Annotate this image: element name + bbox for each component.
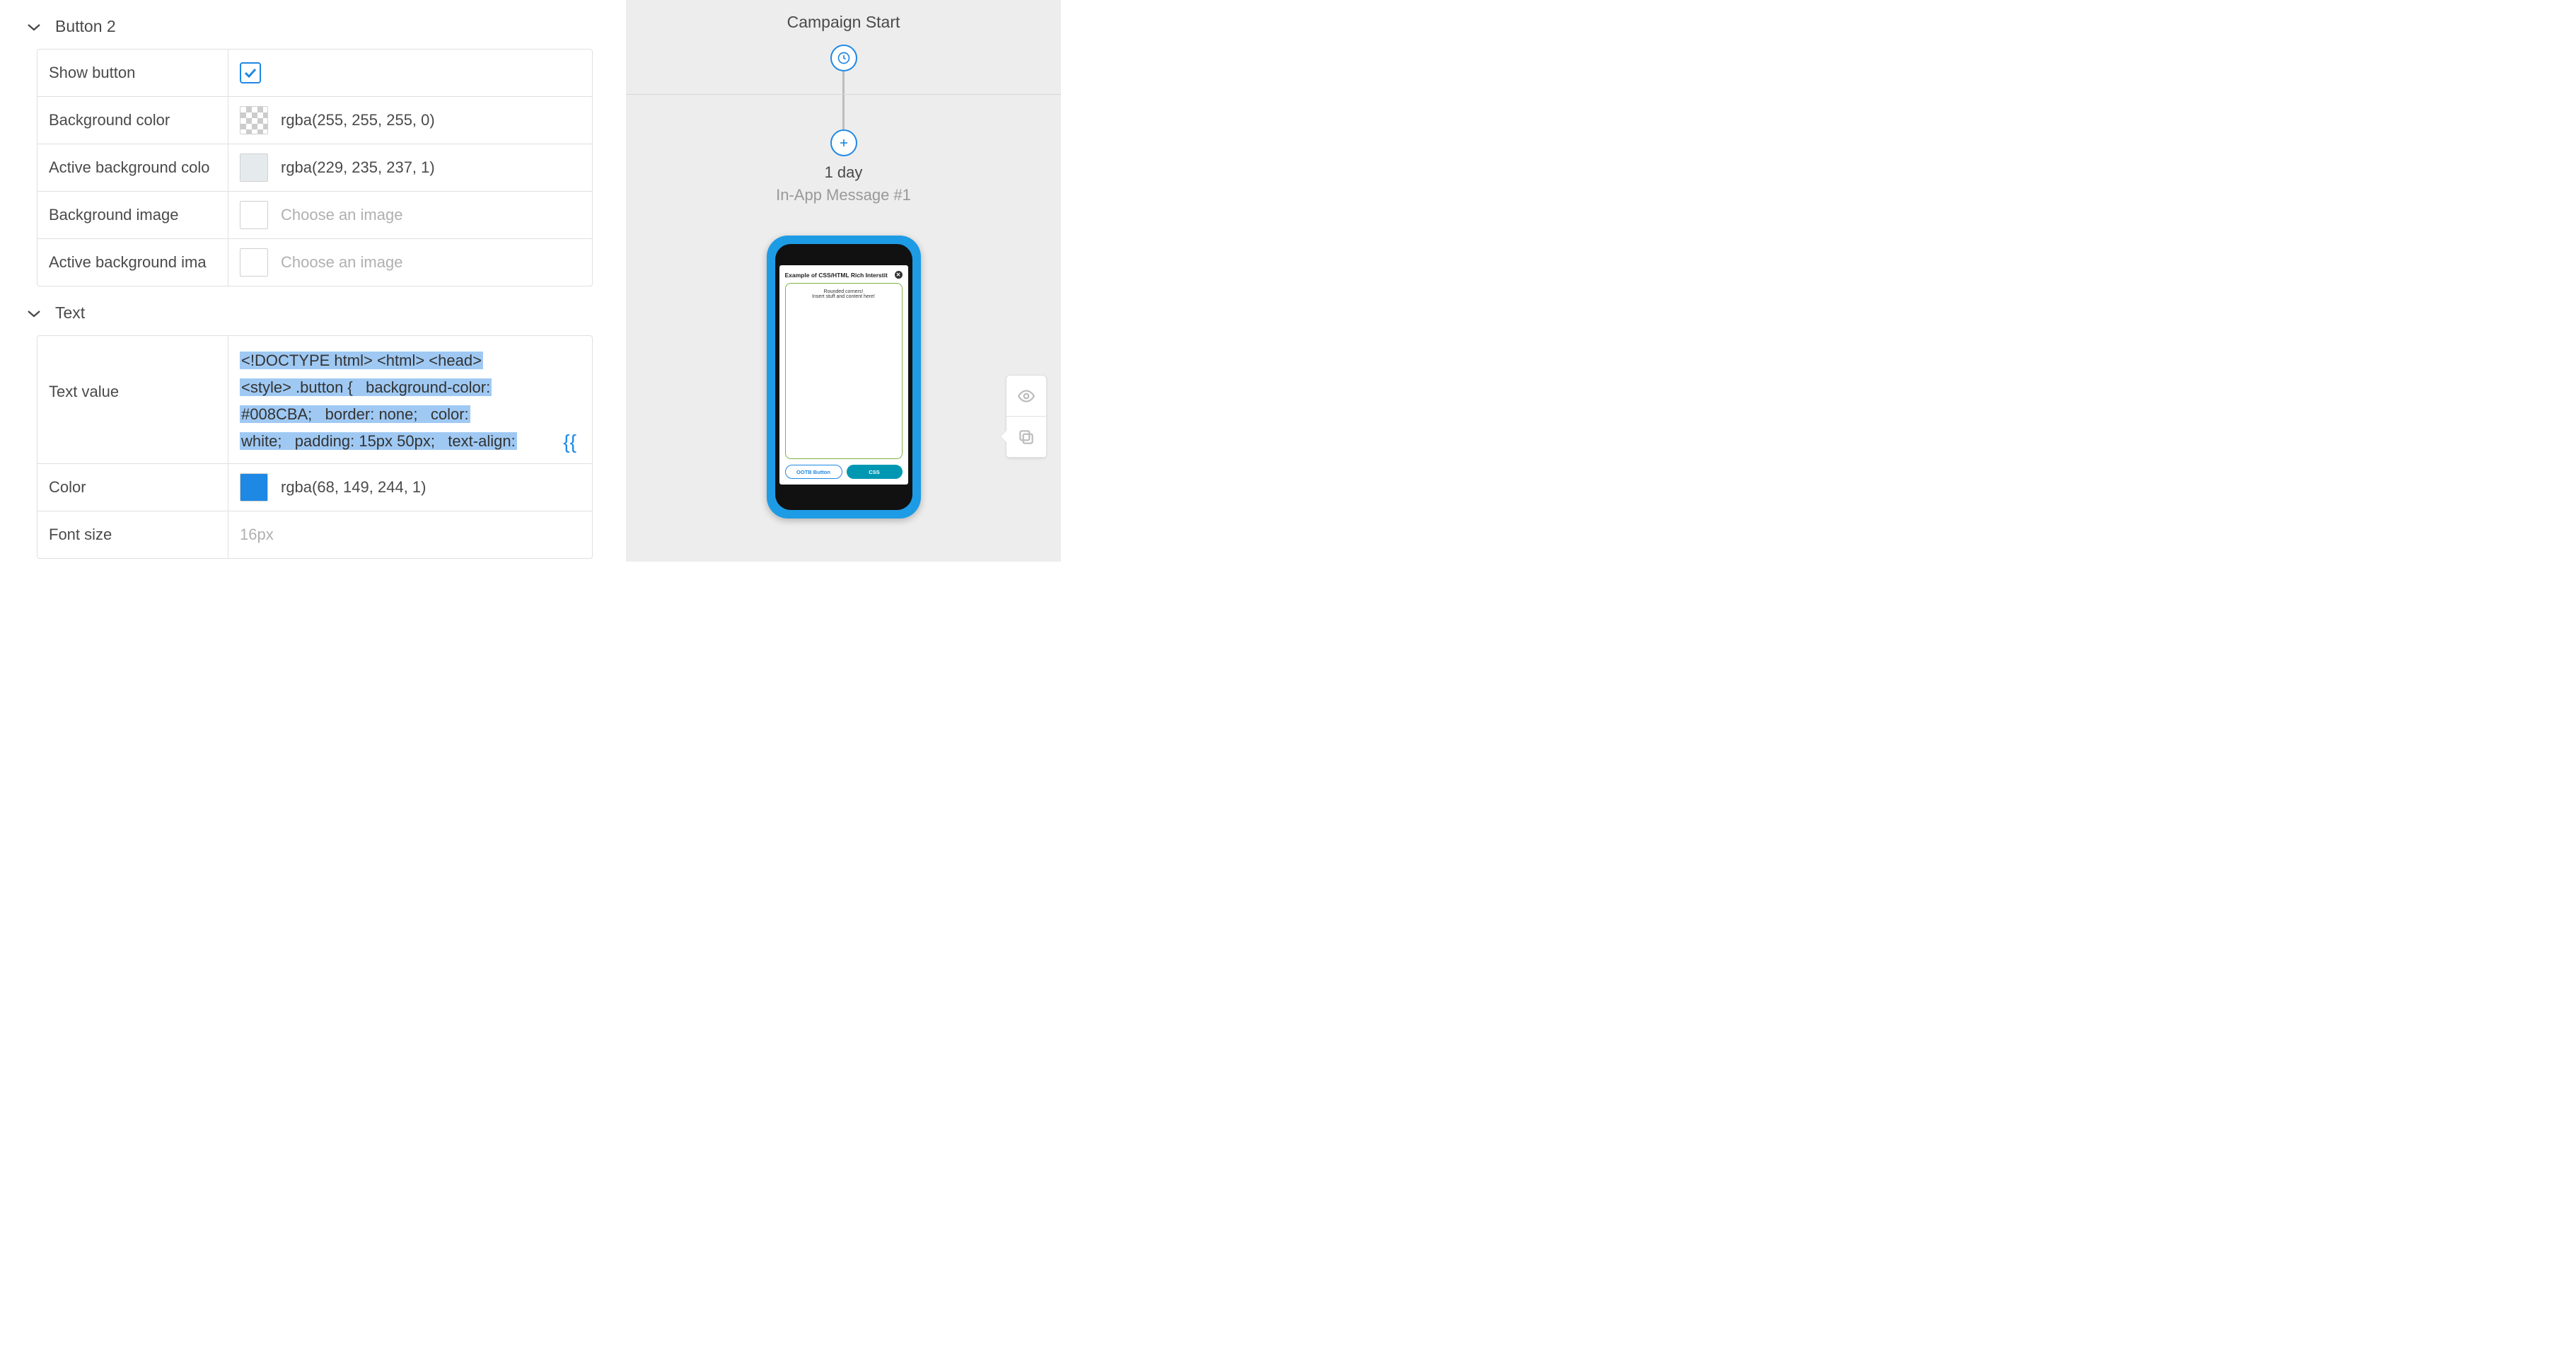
- section-header-button2[interactable]: Button 2: [0, 0, 626, 49]
- row-font-size: Font size 16px: [37, 511, 592, 558]
- chevron-down-icon: [25, 22, 42, 32]
- color-value[interactable]: rgba(68, 149, 244, 1): [281, 478, 426, 497]
- close-icon: ✕: [895, 271, 903, 279]
- font-size-value[interactable]: 16px: [240, 526, 274, 544]
- node-label: In-App Message #1: [776, 186, 911, 204]
- clock-node[interactable]: [830, 45, 857, 71]
- button2-property-table: Show button Background color rgba(255, 2…: [37, 49, 593, 286]
- label-bg-color: Background color: [37, 97, 228, 144]
- campaign-start-title: Campaign Start: [626, 13, 1061, 32]
- preview-title: Example of CSS/HTML Rich Interstit: [785, 272, 888, 279]
- campaign-flow-panel: Campaign Start 1 day In-App Message #1: [626, 0, 1061, 562]
- color-swatch[interactable]: [240, 473, 268, 502]
- row-show-button: Show button: [37, 50, 592, 97]
- label-bg-image: Background image: [37, 192, 228, 238]
- row-text-value: Text value <!DOCTYPE html> <html> <head>…: [37, 336, 592, 464]
- row-active-bg-color: Active background colo rgba(229, 235, 23…: [37, 144, 592, 192]
- preview-toolbar: [1006, 375, 1047, 458]
- text-property-table: Text value <!DOCTYPE html> <html> <head>…: [37, 335, 593, 559]
- label-text-value: Text value: [37, 336, 228, 463]
- section-title: Text: [55, 303, 85, 323]
- chevron-down-icon: [25, 308, 42, 318]
- row-color: Color rgba(68, 149, 244, 1): [37, 464, 592, 511]
- show-button-checkbox[interactable]: [240, 62, 261, 83]
- section-title: Button 2: [55, 17, 116, 36]
- label-show-button: Show button: [37, 50, 228, 96]
- bg-color-swatch[interactable]: [240, 106, 268, 134]
- active-bg-image-placeholder[interactable]: Choose an image: [281, 253, 402, 272]
- active-bg-color-swatch[interactable]: [240, 153, 268, 182]
- preview-button-2: CSS: [847, 465, 903, 479]
- campaign-flow: 1 day In-App Message #1 Example of CSS/H…: [626, 45, 1061, 518]
- phone-preview[interactable]: Example of CSS/HTML Rich Interstit ✕ Rou…: [767, 236, 921, 518]
- active-bg-image-swatch[interactable]: [240, 248, 268, 277]
- bg-image-swatch[interactable]: [240, 201, 268, 229]
- delay-label: 1 day: [825, 163, 863, 182]
- add-node-button[interactable]: [830, 129, 857, 156]
- preview-button-1: OOTB Button: [785, 465, 842, 479]
- merge-field-button[interactable]: {{: [563, 431, 576, 453]
- text-value-input[interactable]: <!DOCTYPE html> <html> <head> <style> .b…: [240, 347, 517, 455]
- bg-image-placeholder[interactable]: Choose an image: [281, 206, 402, 224]
- preview-title-row: Example of CSS/HTML Rich Interstit ✕: [785, 271, 903, 279]
- bg-color-value[interactable]: rgba(255, 255, 255, 0): [281, 111, 435, 129]
- properties-panel: Button 2 Show button Background color rg…: [0, 0, 626, 562]
- duplicate-button[interactable]: [1006, 417, 1046, 458]
- preview-button-row: OOTB Button CSS: [785, 465, 903, 479]
- active-bg-color-value[interactable]: rgba(229, 235, 237, 1): [281, 158, 435, 177]
- flow-divider: [626, 94, 1061, 95]
- section-header-text[interactable]: Text: [0, 286, 626, 335]
- preview-content-box: Rounded corners! Insert stuff and conten…: [785, 283, 903, 459]
- flow-connector: [842, 71, 845, 129]
- row-bg-color: Background color rgba(255, 255, 255, 0): [37, 97, 592, 144]
- label-active-bg-image: Active background ima: [37, 239, 228, 286]
- label-font-size: Font size: [37, 511, 228, 558]
- row-active-bg-image: Active background ima Choose an image: [37, 239, 592, 286]
- label-color: Color: [37, 464, 228, 511]
- row-bg-image: Background image Choose an image: [37, 192, 592, 239]
- toolbar-caret: [1001, 431, 1006, 442]
- preview-eye-button[interactable]: [1006, 376, 1046, 417]
- label-active-bg-color: Active background colo: [37, 144, 228, 191]
